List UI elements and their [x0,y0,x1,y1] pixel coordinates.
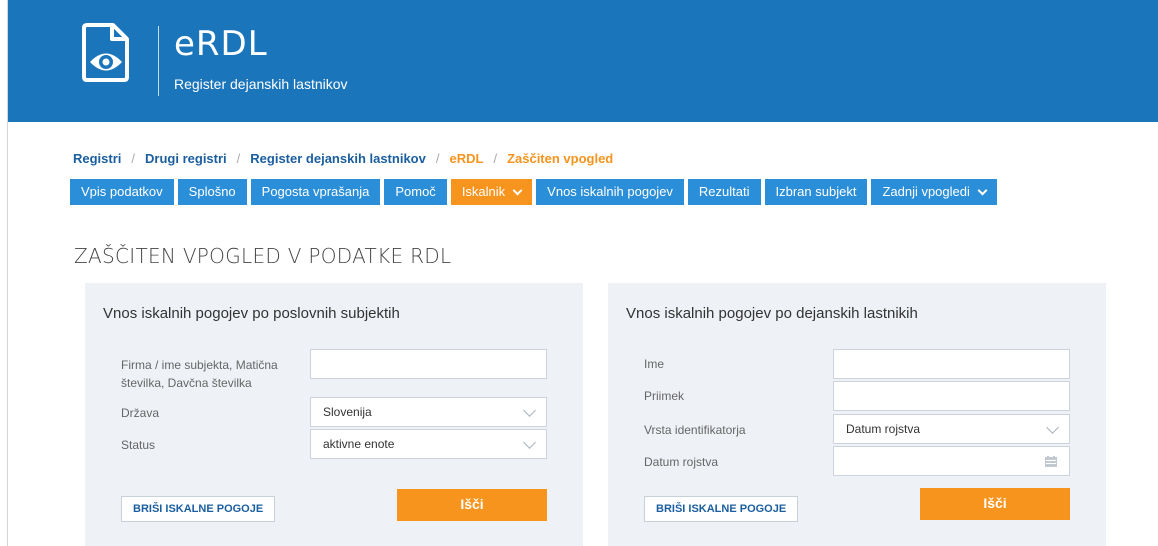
breadcrumb-item-erdl[interactable]: eRDL [449,151,483,166]
app-header: eRDL Register dejanskih lastnikov [8,0,1158,122]
status-value: aktivne enote [323,437,395,451]
tab-zadnji-vpogledi[interactable]: Zadnji vpogledi [871,179,997,205]
breadcrumb-separator: / [131,151,136,166]
clear-search-button[interactable]: BRIŠI ISKALNE POGOJE [121,496,276,522]
breadcrumb-item-register[interactable]: Register dejanskih lastnikov [250,151,426,166]
breadcrumb-item-registri[interactable]: Registri [73,151,121,166]
tab-vpis-podatkov[interactable]: Vpis podatkov [70,179,174,205]
id-type-label: Vrsta identifikatorja [644,423,746,437]
status-label: Status [121,438,156,452]
search-button[interactable]: Išči [397,489,547,521]
surname-label: Priimek [644,389,685,403]
tab-label: Rezultati [698,184,750,199]
search-button[interactable]: Išči [920,488,1070,520]
dob-input[interactable] [833,446,1070,476]
owner-search-panel: Vnos iskalnih pogojev po dejanskih lastn… [608,283,1106,546]
tab-label: Iskalnik [461,184,506,199]
surname-input[interactable] [833,381,1070,411]
tab-label: Pomoč [395,184,436,199]
tab-rezultati[interactable]: Rezultati [687,179,761,205]
app-title[interactable]: eRDL [174,24,268,64]
chevron-down-icon [512,185,523,195]
chevron-down-icon [1046,421,1059,434]
dob-label: Datum rojstva [644,455,719,469]
company-search-panel: Vnos iskalnih pogojev po poslovnih subje… [85,283,583,546]
id-type-select[interactable]: Datum rojstva [833,414,1070,444]
chevron-down-icon [523,404,536,417]
tab-label: Izbran subjekt [775,184,857,199]
app-subtitle: Register dejanskih lastnikov [174,76,348,92]
tab-vnos-iskalnih-pogojev[interactable]: Vnos iskalnih pogojev [536,179,684,205]
breadcrumb-separator: / [435,151,440,166]
logo-divider [158,26,159,96]
name-label: Ime [644,357,665,371]
chevron-down-icon [977,185,988,195]
name-input[interactable] [833,349,1070,379]
breadcrumb-separator: / [493,151,498,166]
breadcrumb-item-current: Zaščiten vpogled [507,151,614,166]
tab-iskalnik[interactable]: Iskalnik [450,179,533,205]
tab-label: Zadnji vpogledi [882,184,970,199]
panel-title: Vnos iskalnih pogojev po poslovnih subje… [103,305,400,322]
main-nav: Vpis podatkov Splošno Pogosta vprašanja … [70,179,1001,205]
clear-search-button[interactable]: BRIŠI ISKALNE POGOJE [644,496,799,522]
breadcrumb-item-drugi-registri[interactable]: Drugi registri [145,151,227,166]
tab-pogosta-vprasanja[interactable]: Pogosta vprašanja [250,179,381,205]
tab-label: Vpis podatkov [81,184,163,199]
country-label: Država [121,406,160,420]
tab-label: Pogosta vprašanja [261,184,370,199]
status-select[interactable]: aktivne enote [310,429,547,459]
tab-pomoc[interactable]: Pomoč [384,179,447,205]
breadcrumb-separator: / [236,151,241,166]
panel-title: Vnos iskalnih pogojev po dejanskih lastn… [626,305,918,322]
calendar-icon[interactable] [1045,456,1057,467]
tab-splosno[interactable]: Splošno [177,179,247,205]
document-eye-icon[interactable] [81,22,131,82]
company-label: Firma / ime subjekta, Matična številka, … [121,358,278,390]
country-select[interactable]: Slovenija [310,397,547,427]
breadcrumb: Registri / Drugi registri / Register dejansk… [73,151,613,166]
company-input[interactable] [310,349,547,379]
page-title: ZAŠČITEN VPOGLED V PODATKE RDL [74,244,452,268]
tab-label: Splošno [188,184,236,199]
chevron-down-icon [523,436,536,449]
tab-izbran-subjekt[interactable]: Izbran subjekt [764,179,868,205]
tab-label: Vnos iskalnih pogojev [547,184,673,199]
id-type-value: Datum rojstva [846,422,921,436]
country-value: Slovenija [323,405,372,419]
